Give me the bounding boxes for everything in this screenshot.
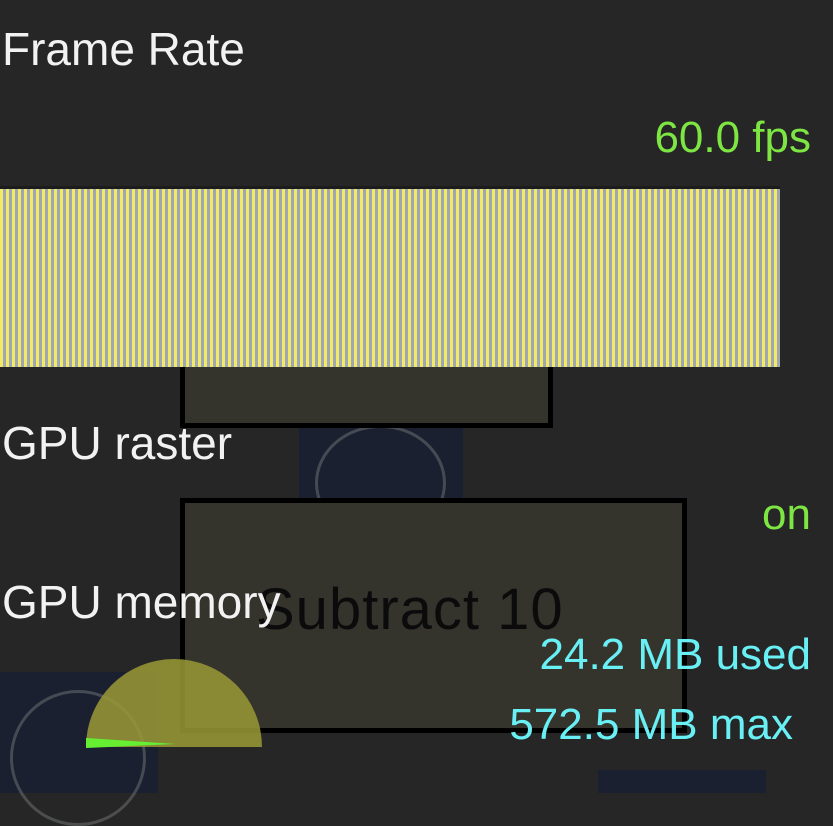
gpu-memory-gauge-needle — [86, 738, 176, 748]
frame-rate-value: 60.0 fps — [654, 113, 811, 162]
gpu-raster-value: on — [762, 490, 811, 539]
frame-rate-title: Frame Rate — [2, 23, 245, 75]
frame-rate-bar-chart — [0, 186, 780, 367]
background-logo-tile — [598, 770, 766, 793]
gpu-raster-title: GPU raster — [2, 417, 233, 469]
gpu-memory-max: 572.5 MB max — [509, 700, 793, 749]
gpu-memory-title: GPU memory — [2, 576, 281, 628]
subtract-10-button-label: Subtract 10 — [256, 577, 564, 642]
gpu-memory-used: 24.2 MB used — [539, 630, 812, 679]
